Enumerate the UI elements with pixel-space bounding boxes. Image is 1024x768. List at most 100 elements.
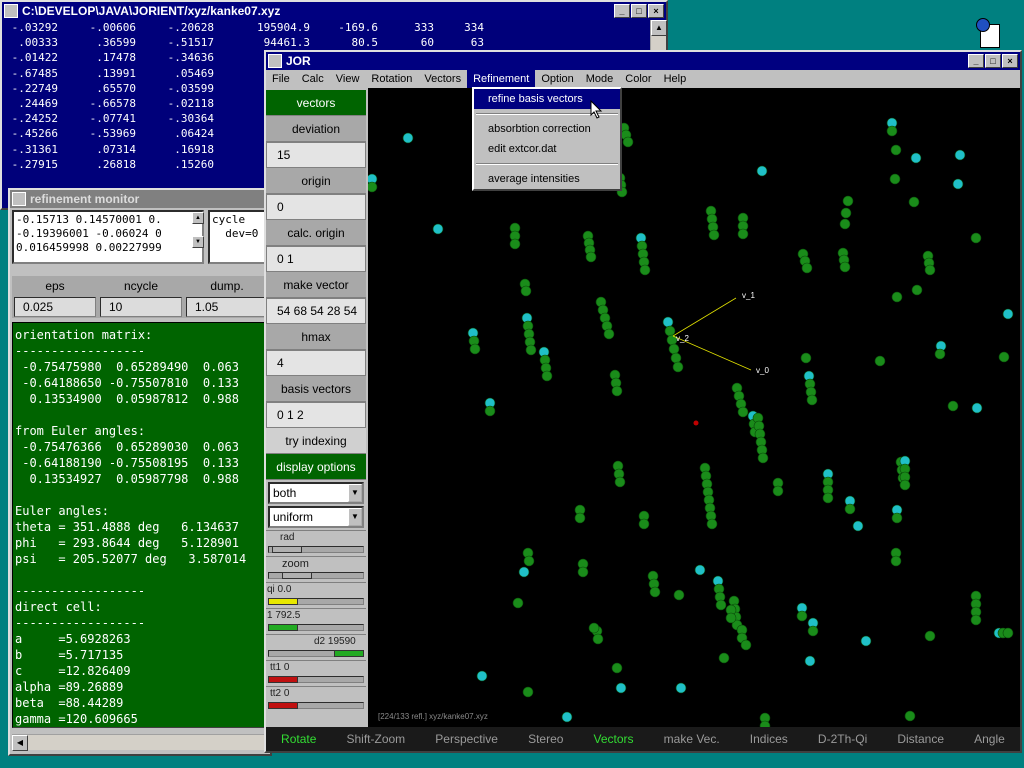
reflection-dot[interactable] <box>611 385 623 397</box>
reflection-dot[interactable] <box>852 520 864 532</box>
reflection-dot[interactable] <box>520 285 532 297</box>
menu-calc[interactable]: Calc <box>296 70 330 88</box>
s1-slider[interactable]: 1 792.5 <box>266 608 366 634</box>
reflection-dot[interactable] <box>639 264 651 276</box>
xyz-window-titlebar[interactable]: C:\DEVELOP\JAVA\JORIENT/xyz/kanke07.xyz … <box>2 2 666 20</box>
reflection-dot[interactable] <box>615 682 627 694</box>
mode-vectors[interactable]: Vectors <box>594 732 634 746</box>
mode-d-2th-qi[interactable]: D-2Th-Qi <box>818 732 867 746</box>
reflection-dot[interactable] <box>484 405 496 417</box>
reflection-dot[interactable] <box>718 652 730 664</box>
desktop-document-icon[interactable] <box>972 18 1006 50</box>
reflection-dot[interactable] <box>561 711 573 723</box>
reflection-dot[interactable] <box>603 328 615 340</box>
reflection-dot[interactable] <box>673 589 685 601</box>
reflection-dot[interactable] <box>910 152 922 164</box>
menu-option[interactable]: Option <box>535 70 579 88</box>
reflection-dot[interactable] <box>611 662 623 674</box>
reflection-dot[interactable] <box>839 218 851 230</box>
display-mode-select[interactable]: both ▼ <box>268 482 364 504</box>
reflection-dot[interactable] <box>970 232 982 244</box>
reflection-dot[interactable] <box>622 136 634 148</box>
reflection-dot[interactable] <box>807 625 819 637</box>
scroll-left-button[interactable]: ◀ <box>12 735 28 751</box>
qi-slider-thumb[interactable] <box>268 598 298 605</box>
menu-refinement[interactable]: Refinement <box>467 70 536 88</box>
reflection-dot[interactable] <box>890 144 902 156</box>
reflection-dot[interactable] <box>574 512 586 524</box>
reflection-dot[interactable] <box>806 394 818 406</box>
reflection-dot[interactable] <box>432 223 444 235</box>
monitor-left-list[interactable]: -0.15713 0.14570001 0. -0.19396001 -0.06… <box>12 210 204 264</box>
basis-vectors-button[interactable]: basis vectors <box>266 376 366 402</box>
reflection-dot[interactable] <box>954 149 966 161</box>
reflection-dot[interactable] <box>638 518 650 530</box>
reflection-dot[interactable] <box>801 262 813 274</box>
menu-mode[interactable]: Mode <box>580 70 620 88</box>
mode-angle[interactable]: Angle <box>974 732 1005 746</box>
jor-3d-view[interactable]: v_1 v_2 v_0 [224/133 refl.] xyz/kanke07.xy… <box>368 88 1020 729</box>
reflection-dot[interactable] <box>525 344 537 356</box>
refinement-monitor-window[interactable]: refinement monitor -0.15713 0.14570001 0… <box>8 188 272 756</box>
reflection-dot[interactable] <box>772 485 784 497</box>
ncycle-input[interactable]: 10 <box>100 297 182 317</box>
close-button[interactable]: × <box>1002 54 1018 68</box>
reflection-dot[interactable] <box>737 228 749 240</box>
chevron-down-icon[interactable]: ▼ <box>348 484 362 502</box>
reflection-dot[interactable] <box>469 343 481 355</box>
try-indexing-button[interactable]: try indexing <box>266 428 366 454</box>
origin-button[interactable]: origin <box>266 168 366 194</box>
make-vector-input[interactable]: 54 68 54 28 54 <box>266 298 366 324</box>
reflection-dot[interactable] <box>523 555 535 567</box>
monitor-right-list[interactable]: cycle dev=0 <box>208 210 272 264</box>
reflection-dot[interactable] <box>588 622 600 634</box>
reflection-dot[interactable] <box>891 512 903 524</box>
minimize-button[interactable]: _ <box>614 4 630 18</box>
menu-item-edit-extcor-dat[interactable]: edit extcor.dat <box>474 139 620 159</box>
reflection-dot[interactable] <box>592 633 604 645</box>
left-list-scroll-down[interactable]: ▼ <box>192 236 204 248</box>
tt1-slider-thumb[interactable] <box>268 676 298 683</box>
reflection-dot[interactable] <box>886 125 898 137</box>
reflection-dot[interactable] <box>649 586 661 598</box>
zoom-slider-thumb[interactable] <box>282 572 312 579</box>
reflection-dot[interactable] <box>924 630 936 642</box>
reflection-dot[interactable] <box>947 400 959 412</box>
minimize-button[interactable]: _ <box>968 54 984 68</box>
d2-slider-thumb[interactable] <box>334 650 364 657</box>
deviation-input[interactable]: 15 <box>266 142 366 168</box>
menu-view[interactable]: View <box>330 70 366 88</box>
mode-perspective[interactable]: Perspective <box>435 732 498 746</box>
reflection-dot[interactable] <box>541 370 553 382</box>
reflection-dot[interactable] <box>891 291 903 303</box>
reflection-dot[interactable] <box>740 639 752 651</box>
reflection-dot[interactable] <box>670 352 682 364</box>
menu-item-average-intensities[interactable]: average intensities <box>474 169 620 189</box>
vectors-header[interactable]: vectors <box>266 90 366 116</box>
reflection-dot[interactable] <box>952 178 964 190</box>
zoom-slider[interactable]: zoom <box>266 556 366 582</box>
tt1-slider[interactable]: tt1 0 <box>266 660 366 686</box>
basis-vectors-input[interactable]: 0 1 2 <box>266 402 366 428</box>
mode-shift-zoom[interactable]: Shift-Zoom <box>347 732 406 746</box>
reflection-dot[interactable] <box>672 361 684 373</box>
mode-rotate[interactable]: Rotate <box>281 732 316 746</box>
reflection-dot[interactable] <box>668 343 680 355</box>
reflection-dot[interactable] <box>725 612 737 624</box>
reflection-dot[interactable] <box>800 352 812 364</box>
reflection-dot[interactable] <box>839 261 851 273</box>
make-vector-button[interactable]: make vector <box>266 272 366 298</box>
reflection-dot[interactable] <box>842 195 854 207</box>
calc-origin-input[interactable]: 0 1 <box>266 246 366 272</box>
reflection-dot[interactable] <box>585 251 597 263</box>
reflection-dot[interactable] <box>662 316 674 328</box>
reflection-dot[interactable] <box>512 597 524 609</box>
qi-slider[interactable]: qi 0.0 <box>266 582 366 608</box>
reflection-dot[interactable] <box>911 284 923 296</box>
reflection-dot[interactable] <box>664 325 676 337</box>
origin-input[interactable]: 0 <box>266 194 366 220</box>
reflection-dot[interactable] <box>715 599 727 611</box>
reflection-dot[interactable] <box>1002 308 1014 320</box>
reflection-dot[interactable] <box>899 479 911 491</box>
maximize-button[interactable]: □ <box>631 4 647 18</box>
